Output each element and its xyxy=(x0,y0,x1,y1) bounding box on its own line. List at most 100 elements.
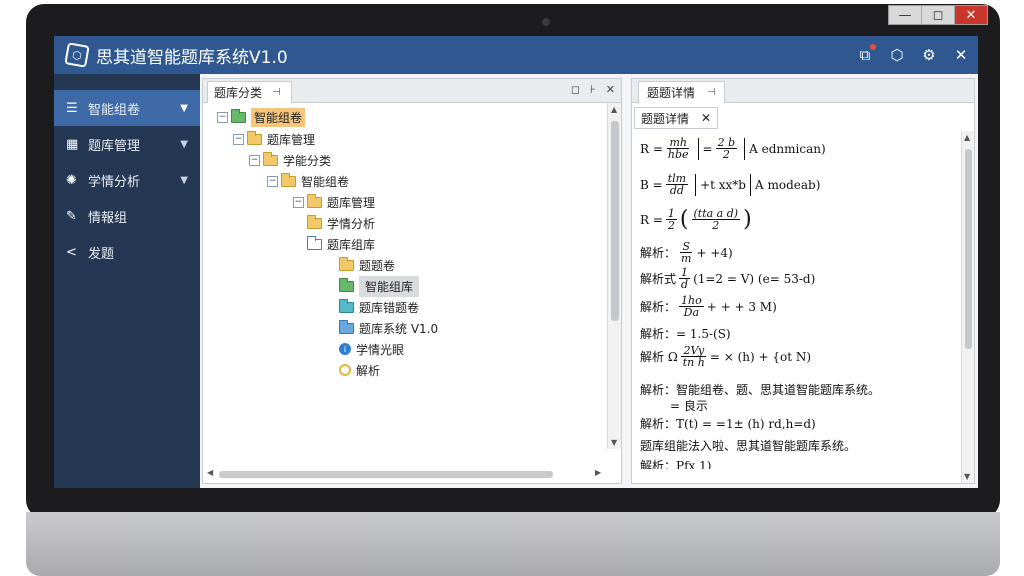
scroll-right-icon[interactable]: ▶ xyxy=(595,468,601,477)
analysis-label: 解析 Ω xyxy=(640,350,678,364)
horizontal-scrollbar[interactable]: ◀ ▶ xyxy=(203,467,609,481)
tree-node-label: 智能组卷 xyxy=(251,107,306,127)
tab-detail[interactable]: 题题详情 ⊣ xyxy=(638,81,725,103)
formula-text: (1=2 = V) (e= 53-d) xyxy=(693,271,816,286)
tab-label: 题库分类 xyxy=(214,86,263,100)
tree-node-label: 题库管理 xyxy=(267,132,316,147)
formula-line: 题库组能法入啦、思其道智能题库系统。 xyxy=(640,437,856,454)
denominator: tn h xyxy=(682,356,705,369)
scroll-down-icon[interactable]: ▼ xyxy=(964,472,970,481)
formula-line: R = 12 ( (tta a d) 2 ) xyxy=(640,207,752,232)
scroll-left-icon[interactable]: ◀ xyxy=(207,468,213,477)
denominator: d xyxy=(681,278,689,291)
collapse-icon[interactable]: − xyxy=(233,133,244,145)
tree-node[interactable]: i 学情光眼 xyxy=(339,339,404,359)
sidebar-item-label: 智能组卷 xyxy=(88,102,141,118)
sidebar-item-smart-paper[interactable]: ☰ 智能组卷 ▼ xyxy=(54,90,200,126)
folder-icon xyxy=(307,193,322,208)
hexagon-logo-icon: ⬡ xyxy=(64,42,90,68)
tree-node[interactable]: 题库组库 xyxy=(307,234,375,254)
category-tabbar: 题库分类 ⊣ ◻ ⊦ ✕ xyxy=(203,79,621,103)
analysis-label: 解析： xyxy=(640,459,677,469)
folder-icon xyxy=(307,214,322,229)
scroll-up-icon[interactable]: ▲ xyxy=(964,133,970,142)
tree-node[interactable]: 题库系统 V1.0 xyxy=(339,318,438,338)
formula-line: 解析式 1d (1=2 = V) (e= 53-d) xyxy=(640,267,815,290)
tree-node[interactable]: − 题库管理 xyxy=(293,192,375,212)
fraction: 1d xyxy=(679,267,691,291)
subtab-detail[interactable]: 题题详情 ✕ xyxy=(634,107,719,129)
formula-text: 智能组卷、题、思其道智能题库系统。 xyxy=(676,383,881,397)
window-close-button[interactable]: ✕ xyxy=(955,6,987,24)
app-titlebar: ⬡ 思其道智能题库系统V1.0 ⧉ ⬡ ⚙ ✕ xyxy=(54,36,978,74)
bulb-icon: ✺ xyxy=(66,172,77,188)
tree-node[interactable]: 解析 xyxy=(339,360,380,380)
vertical-scrollbar[interactable]: ▲ ▼ xyxy=(607,103,621,449)
sidebar-item-label: 题库管理 xyxy=(88,138,141,154)
minimize-button[interactable]: — xyxy=(889,6,922,24)
scroll-thumb[interactable] xyxy=(611,121,619,321)
tree-node[interactable]: 题题卷 xyxy=(339,255,395,275)
collapse-icon[interactable]: − xyxy=(267,175,278,187)
formula-line: 解析： Sm + +4) xyxy=(640,241,733,264)
scroll-thumb[interactable] xyxy=(965,149,972,349)
tree-node-label: 智能组库 xyxy=(359,275,420,297)
sidebar-item-publish[interactable]: < 发题 xyxy=(54,234,200,270)
tree-node[interactable]: − 学能分类 xyxy=(249,150,331,170)
detail-panel: 题题详情 ⊣ 题题详情 ✕ R = mh hbe = 2 b2 A ednmica… xyxy=(631,78,975,484)
list-icon: ☰ xyxy=(66,100,78,116)
formula-text: B = xyxy=(640,177,663,192)
close-icon[interactable]: ✕ xyxy=(952,46,970,64)
webcam xyxy=(542,18,550,26)
formula-line: 解析： T(t) = =1± (h) rd,h=d) xyxy=(640,415,816,432)
pin-icon[interactable]: ⊣ xyxy=(272,87,281,98)
fraction: tlm dd xyxy=(665,173,689,196)
formula-line: 解析 Ω 2Vy tn h = × (h) + {ot N) xyxy=(640,345,811,368)
app-screen: ⬡ 思其道智能题库系统V1.0 ⧉ ⬡ ⚙ ✕ ☰ 智能组卷 ▼ ▦ 题库管理 … xyxy=(54,36,978,488)
tree-node[interactable]: 题库错题卷 xyxy=(339,297,419,317)
tree-node[interactable]: 学情分析 xyxy=(307,213,375,233)
collapse-icon[interactable]: − xyxy=(293,196,304,208)
formula-line: 解析： Pfx 1) xyxy=(640,457,711,470)
scroll-thumb[interactable] xyxy=(219,471,553,478)
scroll-up-icon[interactable]: ▲ xyxy=(611,105,617,114)
export-icon[interactable]: ⧉ xyxy=(856,44,876,64)
formula-line: = 良示 xyxy=(670,397,708,414)
restore-icon[interactable]: ◻ xyxy=(571,83,580,96)
sidebar-item-analysis[interactable]: ✺ 学情分析 ▼ xyxy=(54,162,200,198)
close-icon[interactable]: ✕ xyxy=(701,111,711,125)
back-icon: < xyxy=(66,244,77,260)
dock-icon[interactable]: ⊦ xyxy=(590,83,596,96)
tree-node[interactable]: − 题库管理 xyxy=(233,129,315,149)
scroll-down-icon[interactable]: ▼ xyxy=(611,438,617,447)
pin-icon[interactable]: ⊣ xyxy=(707,87,716,98)
fraction: 2 b2 xyxy=(715,137,738,160)
chevron-down-icon: ▼ xyxy=(180,174,188,186)
tree-node[interactable]: − 智能组卷 xyxy=(267,171,349,191)
tree-node-label: 解析 xyxy=(356,363,381,378)
hexagon-icon[interactable]: ⬡ xyxy=(888,46,906,64)
collapse-icon[interactable]: − xyxy=(249,154,260,166)
tree-node[interactable]: − 智能组卷 xyxy=(217,107,306,127)
maximize-button[interactable]: ◻ xyxy=(922,6,955,24)
monitor-base xyxy=(26,512,1000,576)
folder-icon xyxy=(339,256,354,271)
tree-node-label: 题题卷 xyxy=(359,258,396,273)
tab-category[interactable]: 题库分类 ⊣ xyxy=(207,81,292,103)
vertical-scrollbar[interactable]: ▲ ▼ xyxy=(961,131,974,483)
collapse-icon[interactable]: − xyxy=(217,111,228,123)
tab-label: 题题详情 xyxy=(647,86,696,100)
notification-dot xyxy=(870,44,876,50)
tree-node-selected[interactable]: 智能组库 xyxy=(339,275,420,297)
gear-icon[interactable]: ⚙ xyxy=(920,46,938,64)
fraction: 2Vy tn h xyxy=(681,345,707,368)
close-icon[interactable]: ✕ xyxy=(606,83,615,96)
denominator: hbe xyxy=(667,148,689,161)
paren: ( xyxy=(679,207,689,232)
tree-node-label: 学情光眼 xyxy=(356,342,405,357)
fraction: 1ho Da xyxy=(679,295,704,318)
sidebar-item-report[interactable]: ✎ 情報组 xyxy=(54,198,200,234)
folder-icon xyxy=(339,298,354,313)
formula-line: B = tlm dd +t xx*b A modeab) xyxy=(640,173,820,196)
sidebar-item-bank-manage[interactable]: ▦ 题库管理 ▼ xyxy=(54,126,200,162)
